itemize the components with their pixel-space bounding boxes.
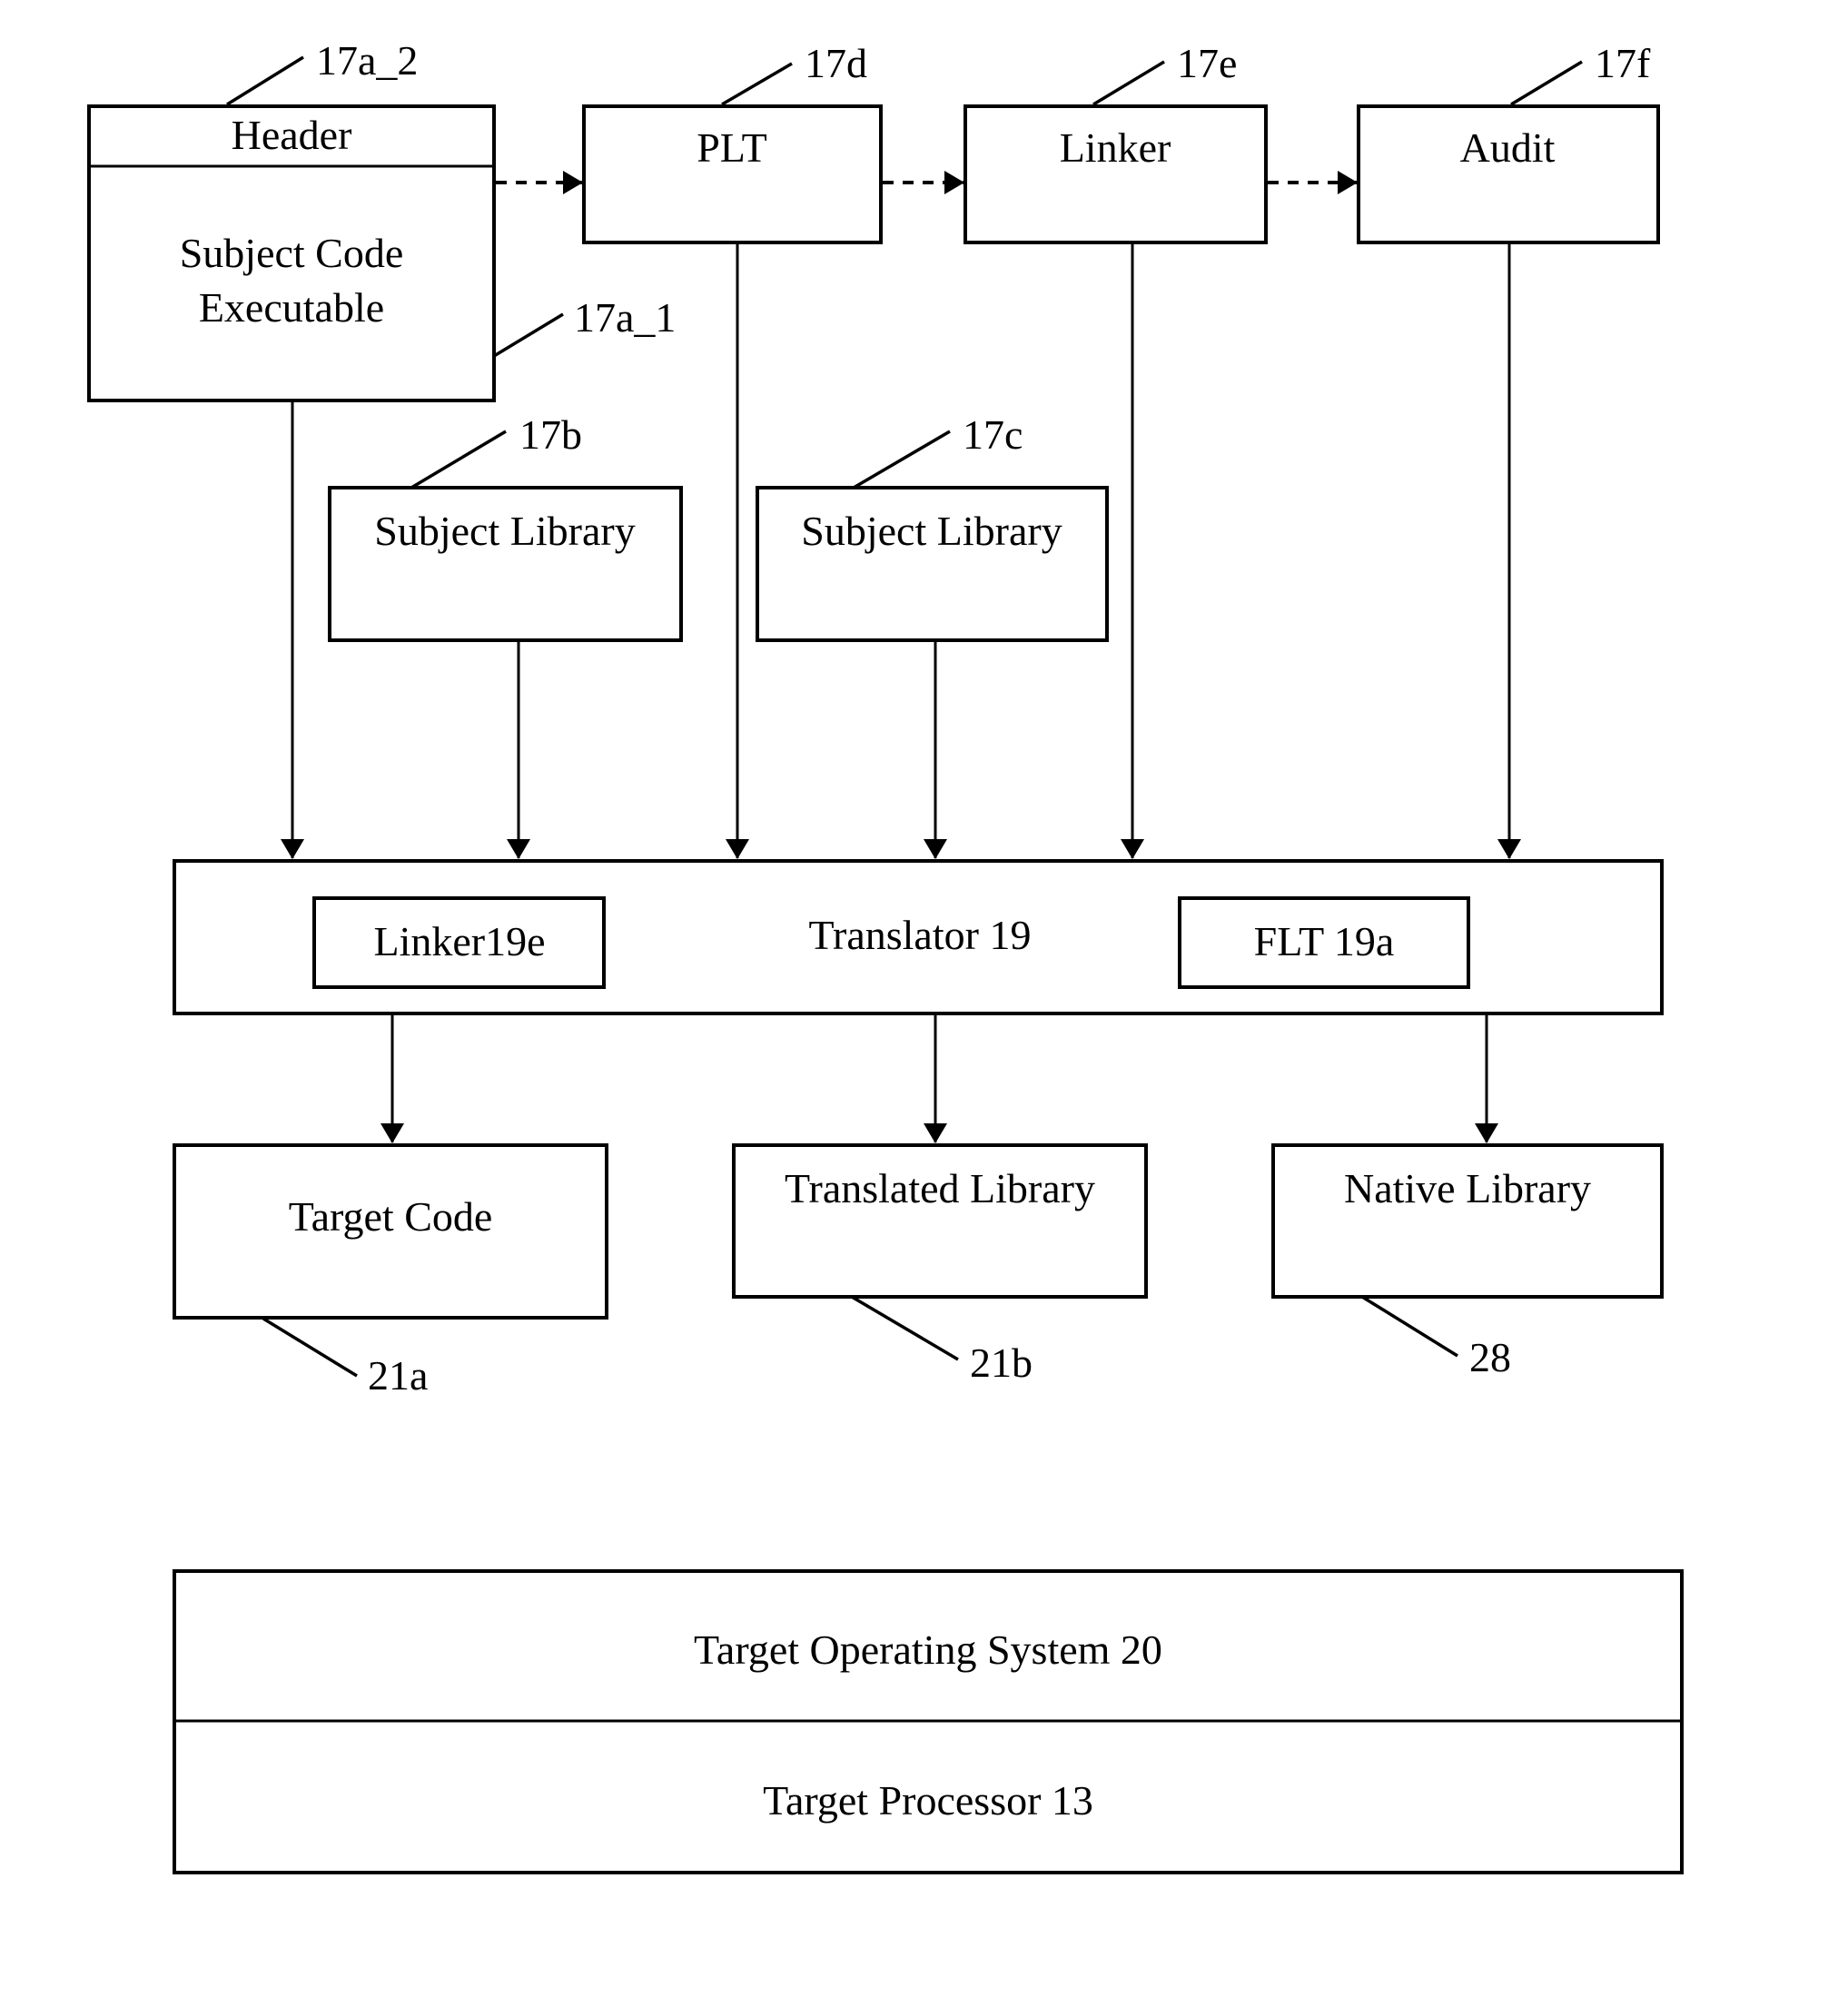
ref-label-17a-2: 17a_2	[316, 37, 418, 84]
target-code-label: Target Code	[289, 1193, 493, 1240]
target-processor-label: Target Processor 13	[763, 1777, 1093, 1824]
ref-label-17d: 17d	[805, 40, 867, 86]
ref-label-17b: 17b	[519, 411, 582, 458]
translator-flt-label: FLT 19a	[1254, 918, 1395, 964]
ref-label-21b: 21b	[970, 1340, 1033, 1386]
ref-leader-17e	[1092, 60, 1165, 106]
plt-label: PLT	[697, 124, 767, 171]
subject-library-c-node: Subject Library 17c	[756, 411, 1109, 642]
ref-label-17f: 17f	[1595, 40, 1651, 86]
target-code-node: Target Code 21a	[173, 1143, 608, 1399]
ref-label-17e: 17e	[1177, 40, 1237, 86]
subject-code-label-line1: Subject Code	[180, 230, 404, 276]
native-library-node: Native Library 28	[1271, 1143, 1664, 1380]
ref-leader-21b	[851, 1295, 959, 1361]
subject-code-label-line2: Executable	[199, 284, 384, 331]
ref-label-28: 28	[1469, 1334, 1511, 1380]
subject-library-b-label: Subject Library	[374, 508, 635, 554]
subject-library-b-node: Subject Library 17b	[328, 411, 683, 642]
audit-label: Audit	[1460, 124, 1556, 171]
ref-leader-21a	[262, 1317, 358, 1378]
ref-leader-17a-1	[493, 312, 564, 358]
audit-node: Audit 17f	[1357, 40, 1660, 244]
ref-label-21a: 21a	[368, 1352, 428, 1399]
target-os-label: Target Operating System 20	[694, 1626, 1162, 1673]
header-label: Header	[232, 112, 352, 158]
subject-library-c-label: Subject Library	[801, 508, 1062, 554]
ref-label-17a-1: 17a_1	[574, 294, 676, 341]
translated-library-node: Translated Library 21b	[732, 1143, 1148, 1386]
ref-leader-17c	[853, 430, 951, 489]
translator-linker-label: Linker19e	[373, 918, 545, 964]
ref-leader-17b	[410, 430, 507, 489]
software-architecture-diagram: Header Subject Code Executable 17a_2 17a…	[87, 37, 1684, 1874]
plt-node: PLT 17d	[582, 40, 883, 244]
translator-node: Translator 19 Linker19e FLT 19a	[173, 859, 1664, 1015]
ref-leader-28	[1361, 1295, 1458, 1358]
translated-library-label: Translated Library	[785, 1165, 1095, 1211]
linker-top-label: Linker	[1060, 124, 1171, 171]
ref-label-17c: 17c	[963, 411, 1023, 458]
translator-label: Translator 19	[809, 912, 1032, 958]
linker-top-node: Linker 17e	[964, 40, 1268, 244]
ref-leader-17f	[1510, 60, 1583, 106]
ref-leader-17d	[721, 62, 793, 106]
native-library-label: Native Library	[1344, 1165, 1591, 1211]
platform-stack: Target Operating System 20 Target Proces…	[173, 1569, 1684, 1874]
ref-leader-17a-2	[226, 55, 304, 106]
